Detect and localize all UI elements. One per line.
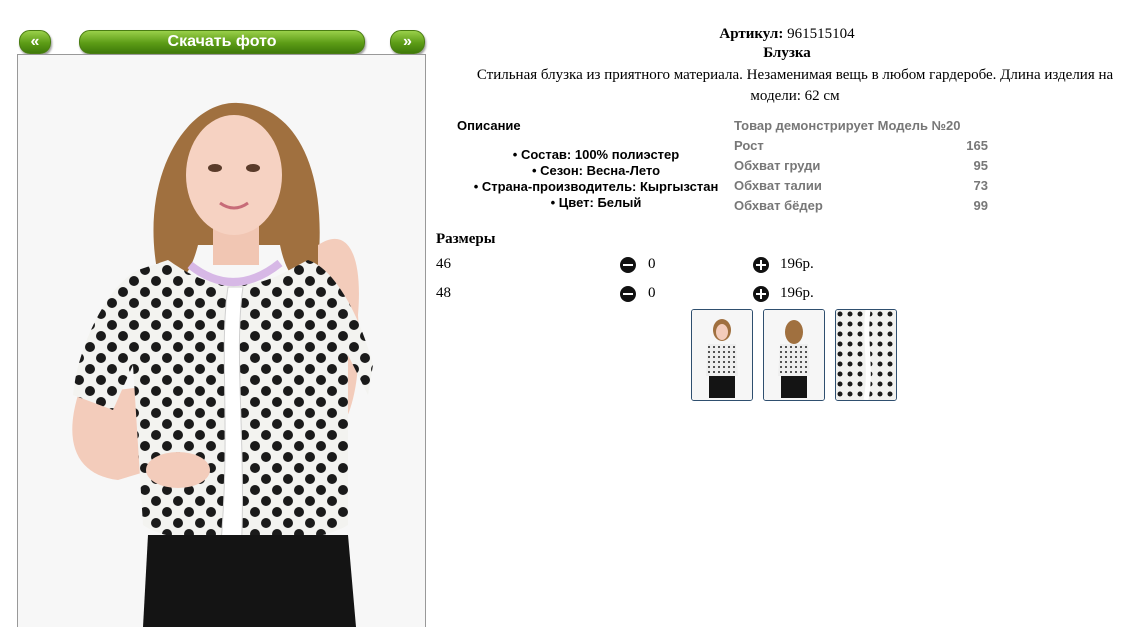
description-item: • Цвет: Белый bbox=[550, 195, 642, 210]
quantity-value: 0 bbox=[648, 285, 656, 301]
model-heading: Товар демонстрирует Модель №20 bbox=[734, 116, 988, 136]
model-row: Обхват груди 95 bbox=[734, 156, 988, 176]
model-row-value: 73 bbox=[973, 178, 988, 193]
model-heading-text: Товар демонстрирует Модель №20 bbox=[734, 118, 961, 133]
description-item: • Страна-производитель: Кыргызстан bbox=[473, 179, 719, 194]
product-title: Блузка bbox=[763, 45, 811, 61]
article-line: Артикул: 961515104 bbox=[437, 26, 1137, 43]
model-row: Обхват талии 73 bbox=[734, 176, 988, 196]
next-photo-button[interactable]: » bbox=[390, 30, 425, 54]
description-heading: Описание bbox=[457, 118, 521, 133]
model-row: Обхват бёдер 99 bbox=[734, 196, 988, 216]
model-row: Рост 165 bbox=[734, 136, 988, 156]
product-description: Стильная блузка из приятного материала. … bbox=[450, 65, 1140, 107]
minus-icon[interactable] bbox=[620, 286, 636, 302]
thumbnail-detail[interactable] bbox=[835, 309, 897, 401]
size-label: 46 bbox=[436, 256, 451, 272]
size-row: 48 0 196р. bbox=[436, 285, 836, 305]
article-label: Артикул: bbox=[719, 26, 784, 42]
model-row-label: Обхват бёдер bbox=[734, 198, 823, 213]
minus-icon[interactable] bbox=[620, 257, 636, 273]
plus-icon[interactable] bbox=[753, 257, 769, 273]
description-line-1: Стильная блузка из приятного материала. … bbox=[476, 67, 1114, 83]
article-value: 961515104 bbox=[787, 26, 855, 42]
thumbnail-front[interactable] bbox=[691, 309, 753, 401]
description-item: • Состав: 100% полиэстер bbox=[512, 147, 680, 162]
size-label: 48 bbox=[436, 285, 451, 301]
prev-photo-button[interactable]: « bbox=[19, 30, 51, 54]
description-list: • Состав: 100% полиэстер • Сезон: Весна-… bbox=[452, 147, 740, 211]
model-row-value: 95 bbox=[973, 158, 988, 173]
model-row-label: Рост bbox=[734, 138, 764, 153]
size-price: 196р. bbox=[780, 256, 814, 272]
size-price: 196р. bbox=[780, 285, 814, 301]
download-photo-button[interactable]: Скачать фото bbox=[79, 30, 365, 54]
model-row-label: Обхват талии bbox=[734, 178, 822, 193]
model-row-value: 99 bbox=[973, 198, 988, 213]
thumbnail-back[interactable] bbox=[763, 309, 825, 401]
model-measurements: Товар демонстрирует Модель №20 Рост 165 О… bbox=[734, 116, 988, 216]
main-product-photo bbox=[17, 54, 426, 627]
model-row-label: Обхват груди bbox=[734, 158, 821, 173]
sizes-heading: Размеры bbox=[436, 231, 496, 247]
description-item: • Сезон: Весна-Лето bbox=[531, 163, 661, 178]
description-line-2: модели: 62 см bbox=[750, 88, 840, 104]
plus-icon[interactable] bbox=[753, 286, 769, 302]
model-row-value: 165 bbox=[966, 138, 988, 153]
quantity-value: 0 bbox=[648, 256, 656, 272]
size-row: 46 0 196р. bbox=[436, 256, 836, 276]
